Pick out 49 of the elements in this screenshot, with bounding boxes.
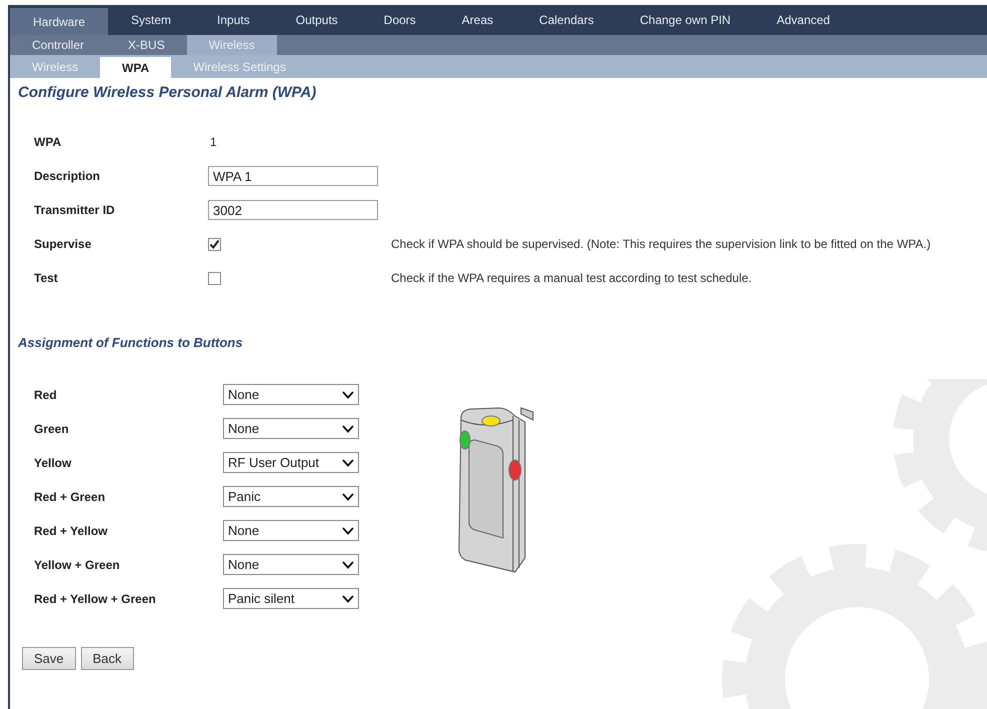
help-text: Check if the WPA requires a manual test according to test schedule. xyxy=(391,271,752,285)
field-label: Red + Green xyxy=(34,490,106,504)
nav-tab[interactable]: Doors xyxy=(360,5,439,35)
field-label: Yellow xyxy=(34,456,72,470)
action-button[interactable]: Save xyxy=(22,647,76,670)
nav-tab[interactable]: Controller xyxy=(10,35,106,55)
field-value: 1 xyxy=(209,135,217,149)
field-label: WPA xyxy=(34,135,62,149)
input-field[interactable]: 3002 xyxy=(208,200,378,220)
select-dropdown[interactable]: None xyxy=(223,554,359,575)
chevron-down-icon xyxy=(342,390,354,398)
field-label: Transmitter ID xyxy=(34,203,116,217)
field-label: Test xyxy=(34,271,59,285)
nav-tab[interactable]: Inputs xyxy=(194,5,273,35)
action-button[interactable]: Back xyxy=(80,647,134,670)
nav-tab[interactable]: System xyxy=(108,5,194,35)
nav-tab[interactable]: WPA xyxy=(100,57,172,78)
select-dropdown[interactable]: None xyxy=(223,418,359,439)
input-field[interactable]: WPA 1 xyxy=(208,166,378,186)
field-label: Yellow + Green xyxy=(34,558,121,572)
chevron-down-icon xyxy=(342,492,354,500)
chevron-down-icon xyxy=(342,526,354,534)
chevron-down-icon xyxy=(342,560,354,568)
nav-tab[interactable]: Change own PIN xyxy=(616,5,754,35)
nav-tab[interactable]: Calendars xyxy=(516,5,617,35)
select-dropdown[interactable]: None xyxy=(223,520,359,541)
select-dropdown[interactable]: None xyxy=(223,384,359,405)
select-dropdown[interactable]: Panic silent xyxy=(223,588,359,609)
field-label: Red xyxy=(34,388,58,402)
chevron-down-icon xyxy=(342,458,354,466)
checkbox[interactable] xyxy=(208,238,221,250)
nav-tab[interactable]: Advanced xyxy=(754,5,853,35)
field-label: Green xyxy=(34,422,70,436)
checkbox[interactable] xyxy=(208,272,221,284)
nav-tab[interactable]: Hardware xyxy=(10,8,108,35)
nav-tab[interactable]: Outputs xyxy=(272,5,361,35)
select-dropdown[interactable]: Panic xyxy=(223,486,359,507)
field-label: Red + Yellow xyxy=(34,524,108,538)
nav-tab[interactable]: X-BUS xyxy=(106,35,187,55)
field-label: Supervise xyxy=(34,237,92,251)
nav-tab[interactable]: Areas xyxy=(438,5,516,35)
help-text: Check if WPA should be supervised. (Note: This requires the supervision link to be fitted on the WPA.) xyxy=(391,237,931,251)
chevron-down-icon xyxy=(342,424,354,432)
field-label: Description xyxy=(34,169,102,183)
select-dropdown[interactable]: RF User Output xyxy=(223,452,359,473)
chevron-down-icon xyxy=(342,594,354,602)
section-title: Assignment of Functions to Buttons xyxy=(18,335,244,350)
page-title: Configure Wireless Personal Alarm (WPA) xyxy=(18,84,318,101)
field-label: Red + Yellow + Green xyxy=(34,592,157,606)
